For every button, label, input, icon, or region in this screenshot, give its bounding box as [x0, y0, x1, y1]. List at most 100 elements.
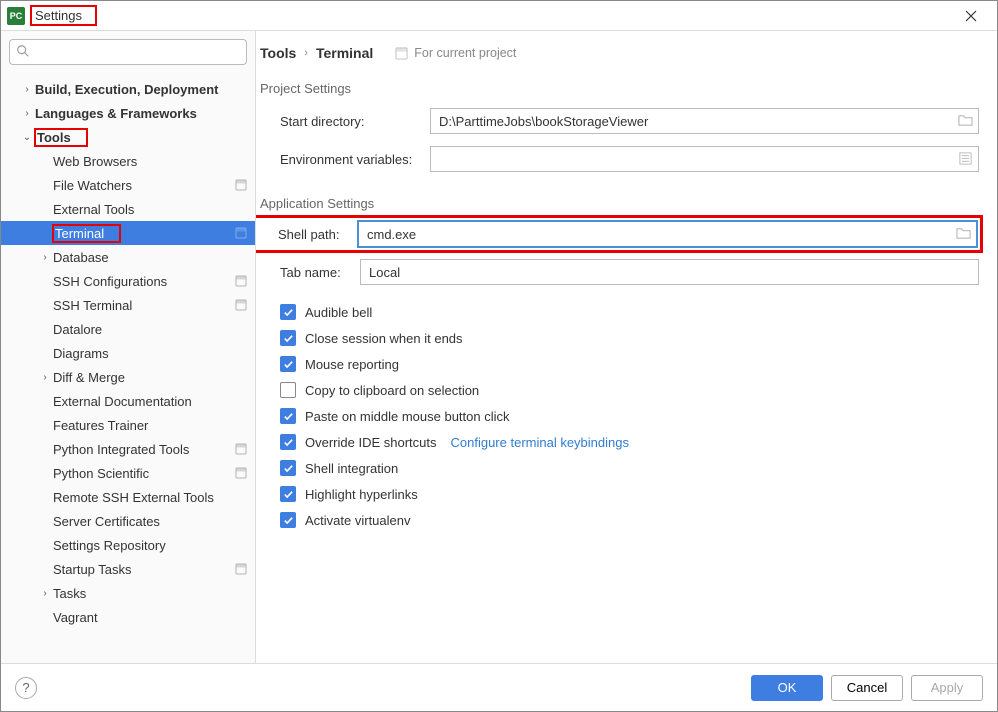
tree-item-remote-ssh-external-tools[interactable]: Remote SSH External Tools [1, 485, 255, 509]
env-vars-input[interactable] [430, 146, 979, 172]
checkbox-row: Close session when it ends [256, 325, 979, 351]
checkbox-row: Highlight hyperlinks [256, 481, 979, 507]
section-project-settings: Project Settings [260, 81, 979, 96]
checkbox-row: Mouse reporting [256, 351, 979, 377]
tree-item-python-integrated-tools[interactable]: Python Integrated Tools [1, 437, 255, 461]
checkbox-label: Mouse reporting [305, 357, 399, 372]
tree-item-label: Remote SSH External Tools [53, 490, 247, 505]
tree-item-ssh-terminal[interactable]: SSH Terminal [1, 293, 255, 317]
tree-item-file-watchers[interactable]: File Watchers [1, 173, 255, 197]
tree-item-languages-frameworks[interactable]: ›Languages & Frameworks [1, 101, 255, 125]
tree-item-label: Tasks [53, 586, 247, 601]
checkbox-label: Override IDE shortcuts [305, 435, 437, 450]
search-icon [16, 44, 30, 58]
checkbox[interactable] [280, 486, 296, 502]
help-button[interactable]: ? [15, 677, 37, 699]
tree-item-label: Database [53, 250, 247, 265]
tree-item-label: SSH Configurations [53, 274, 235, 289]
scope-badge-icon [235, 275, 247, 287]
tree-item-terminal[interactable]: Terminal [1, 221, 255, 245]
ok-button[interactable]: OK [751, 675, 823, 701]
start-directory-input[interactable] [430, 108, 979, 134]
tree-item-label: External Tools [53, 202, 247, 217]
checkbox[interactable] [280, 356, 296, 372]
scope-badge-icon [235, 179, 247, 191]
checkbox[interactable] [280, 460, 296, 476]
shell-path-input[interactable] [358, 221, 977, 247]
scope-badge-icon [235, 227, 247, 239]
folder-icon[interactable] [956, 226, 971, 241]
env-vars-label: Environment variables: [280, 152, 430, 167]
tree-item-tasks[interactable]: ›Tasks [1, 581, 255, 605]
section-application-settings: Application Settings [260, 196, 979, 211]
checkbox[interactable] [280, 434, 296, 450]
apply-button[interactable]: Apply [911, 675, 983, 701]
checkbox-label: Shell integration [305, 461, 398, 476]
chevron-icon: › [21, 84, 33, 95]
checkbox-row: Shell integration [256, 455, 979, 481]
check-icon [283, 307, 294, 318]
tab-name-input[interactable] [360, 259, 979, 285]
breadcrumb-root: Tools [260, 45, 296, 61]
tree-item-server-certificates[interactable]: Server Certificates [1, 509, 255, 533]
tree-item-label: Datalore [53, 322, 247, 337]
folder-icon[interactable] [958, 113, 973, 128]
checkbox[interactable] [280, 408, 296, 424]
tree-item-label: Settings Repository [53, 538, 247, 553]
tree-item-tools[interactable]: ⌄Tools [1, 125, 255, 149]
breadcrumb-leaf: Terminal [316, 45, 373, 61]
tree-item-label: Web Browsers [53, 154, 247, 169]
list-icon[interactable] [958, 151, 973, 166]
tree-item-label: Terminal [53, 225, 120, 242]
tree-item-external-tools[interactable]: External Tools [1, 197, 255, 221]
tree-item-datalore[interactable]: Datalore [1, 317, 255, 341]
chevron-icon: ⌄ [21, 132, 33, 143]
tree-item-python-scientific[interactable]: Python Scientific [1, 461, 255, 485]
settings-tree[interactable]: ›Build, Execution, Deployment›Languages … [1, 73, 255, 663]
configure-keybindings-link[interactable]: Configure terminal keybindings [451, 435, 629, 450]
search-input[interactable] [9, 39, 247, 65]
tree-item-startup-tasks[interactable]: Startup Tasks [1, 557, 255, 581]
checkbox-row: Activate virtualenv [256, 507, 979, 533]
tree-item-diff-merge[interactable]: ›Diff & Merge [1, 365, 255, 389]
checkbox[interactable] [280, 330, 296, 346]
checkbox-row: Audible bell [256, 299, 979, 325]
tree-item-build-execution-deployment[interactable]: ›Build, Execution, Deployment [1, 77, 255, 101]
tree-item-label: Tools [35, 129, 87, 146]
tree-item-label: File Watchers [53, 178, 235, 193]
close-icon [965, 10, 977, 22]
tree-item-diagrams[interactable]: Diagrams [1, 341, 255, 365]
cancel-button[interactable]: Cancel [831, 675, 903, 701]
sidebar: ›Build, Execution, Deployment›Languages … [1, 31, 256, 663]
tree-item-features-trainer[interactable]: Features Trainer [1, 413, 255, 437]
check-icon [283, 515, 294, 526]
tree-item-web-browsers[interactable]: Web Browsers [1, 149, 255, 173]
tree-item-label: Python Integrated Tools [53, 442, 235, 457]
tree-item-label: External Documentation [53, 394, 247, 409]
checkbox-label: Audible bell [305, 305, 372, 320]
tree-item-label: Diff & Merge [53, 370, 247, 385]
checkbox-label: Paste on middle mouse button click [305, 409, 510, 424]
checkbox-label: Highlight hyperlinks [305, 487, 418, 502]
start-directory-label: Start directory: [280, 114, 430, 129]
tree-item-settings-repository[interactable]: Settings Repository [1, 533, 255, 557]
shell-path-label: Shell path: [278, 227, 358, 242]
tree-item-label: Vagrant [53, 610, 247, 625]
checkbox-row: Paste on middle mouse button click [256, 403, 979, 429]
tree-item-database[interactable]: ›Database [1, 245, 255, 269]
checkbox[interactable] [280, 512, 296, 528]
tree-item-ssh-configurations[interactable]: SSH Configurations [1, 269, 255, 293]
checkbox[interactable] [280, 382, 296, 398]
checkbox[interactable] [280, 304, 296, 320]
tree-item-external-documentation[interactable]: External Documentation [1, 389, 255, 413]
breadcrumb: Tools › Terminal For current project [256, 31, 979, 73]
checkbox-row: Copy to clipboard on selection [256, 377, 979, 403]
tree-item-label: Server Certificates [53, 514, 247, 529]
check-icon [283, 359, 294, 370]
check-icon [283, 333, 294, 344]
chevron-right-icon: › [304, 47, 308, 59]
tree-item-vagrant[interactable]: Vagrant [1, 605, 255, 629]
shell-path-highlight: Shell path: [256, 219, 979, 249]
close-button[interactable] [951, 2, 991, 30]
content-panel: Tools › Terminal For current project Pro… [256, 31, 997, 663]
